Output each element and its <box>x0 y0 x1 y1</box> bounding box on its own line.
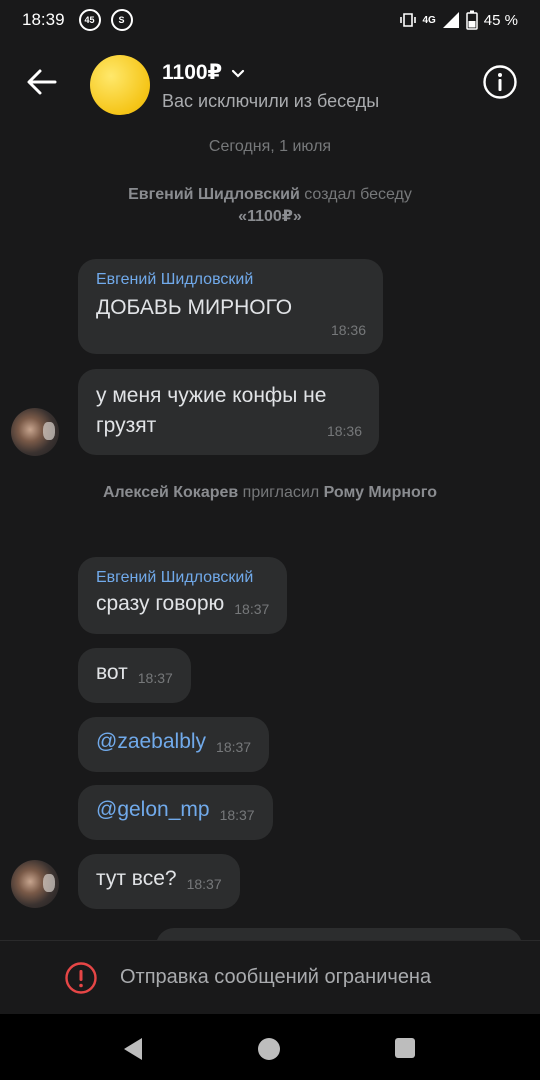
nav-back-icon[interactable] <box>120 1036 146 1062</box>
service-actor: Евгений Шидловский <box>128 186 300 203</box>
service-action: пригласил <box>238 484 324 501</box>
message-time: 18:36 <box>330 322 366 338</box>
message-bubble[interactable]: @gelon_mp 18:37 <box>78 785 273 840</box>
mention-link[interactable]: @zaebalbly <box>96 730 206 753</box>
service-message-invited: Алексей Кокарев пригласил Рому Мирного <box>60 482 480 504</box>
message-author[interactable]: Евгений Шидловский <box>96 269 365 291</box>
mention-link[interactable]: @gelon_mp <box>96 798 210 821</box>
service-message-created: Евгений Шидловский создал беседу «1100₽» <box>60 184 480 228</box>
message-time: 18:37 <box>137 670 173 686</box>
nav-home-icon[interactable] <box>258 1038 280 1060</box>
service-target: Рому Мирного <box>323 484 438 501</box>
avatar[interactable] <box>11 860 59 908</box>
message-bubble[interactable]: у меня чужие конфы не грузят 18:36 <box>78 369 379 455</box>
message-text: сразу говорю <box>96 592 225 615</box>
message-feed[interactable]: Сегодня, 1 июля Евгений Шидловский созда… <box>0 128 540 940</box>
battery-icon <box>466 10 478 30</box>
service-target: «1100₽» <box>238 208 302 225</box>
system-navigation-bar <box>0 1014 540 1080</box>
restricted-text: Отправка сообщений ограничена <box>120 966 432 988</box>
nav-recents-icon[interactable] <box>395 1038 415 1058</box>
status-time: 18:39 <box>22 10 65 29</box>
chat-avatar[interactable] <box>90 55 150 115</box>
chat-subtitle: Вас исключили из беседы <box>162 91 380 111</box>
message-bubble[interactable]: Евгений Шидловский ДОБАВЬ МИРНОГО 18:36 <box>78 259 383 354</box>
info-icon[interactable] <box>482 64 518 100</box>
outgoing-message-bubble[interactable] <box>156 928 522 940</box>
message-bubble[interactable]: вот 18:37 <box>78 648 191 703</box>
battery-level: 45 % <box>483 11 518 29</box>
notification-count-icon: 45 <box>78 9 101 31</box>
date-separator: Сегодня, 1 июля <box>208 138 332 155</box>
message-text: вот <box>96 661 128 684</box>
avatar[interactable] <box>11 408 59 456</box>
status-bar: 18:39 45 S 4G 45 % <box>0 0 540 40</box>
back-arrow-icon[interactable] <box>22 62 62 102</box>
message-time: 18:37 <box>219 807 255 823</box>
message-time: 18:37 <box>186 876 222 892</box>
message-time: 18:37 <box>234 601 270 617</box>
signal-icon <box>442 12 459 28</box>
chevron-down-icon <box>232 69 245 78</box>
message-bubble[interactable]: Евгений Шидловский сразу говорю 18:37 <box>78 557 288 634</box>
message-time: 18:37 <box>216 739 252 755</box>
message-time: 18:36 <box>326 423 362 439</box>
message-bubble[interactable]: @zaebalbly 18:37 <box>78 717 270 772</box>
service-actor: Алексей Кокарев <box>102 484 239 501</box>
messaging-restricted-bar: Отправка сообщений ограничена <box>0 940 540 1014</box>
chat-title-text: 1100₽ <box>162 61 223 84</box>
error-icon <box>65 961 97 994</box>
message-text: ДОБАВЬ МИРНОГО <box>96 296 293 319</box>
status-right: 4G 45 % <box>400 10 518 30</box>
service-action: создал беседу <box>299 186 412 203</box>
vibrate-icon <box>400 13 417 27</box>
chat-header: 1100₽ Вас исключили из беседы <box>0 40 540 128</box>
message-author[interactable]: Евгений Шидловский <box>96 567 269 589</box>
message-text: у меня чужие конфы не грузят <box>96 384 327 437</box>
message-text: тут все? <box>96 867 177 890</box>
app-notification-icon: S <box>110 9 133 31</box>
message-bubble[interactable]: тут все? 18:37 <box>78 854 240 909</box>
chat-title[interactable]: 1100₽ <box>162 60 246 85</box>
network-type: 4G <box>422 14 436 26</box>
